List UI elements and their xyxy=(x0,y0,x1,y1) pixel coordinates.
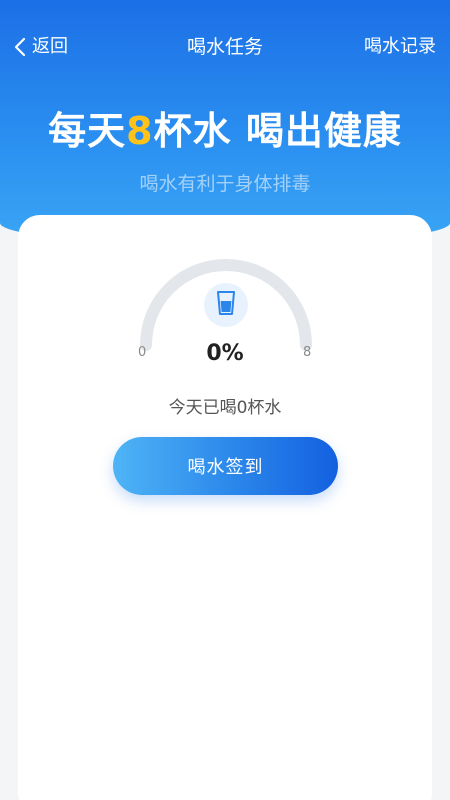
headline-prefix: 每天 xyxy=(48,109,127,153)
progress-percent: 0% xyxy=(206,341,244,366)
drink-checkin-button[interactable]: 喝水签到 xyxy=(113,437,338,495)
water-cup-icon xyxy=(215,290,237,320)
drinking-task-page: 返回 喝水任务 喝水记录 每天8杯水 喝出健康 喝水有利于身体排毒 0 8 0% xyxy=(0,0,450,800)
top-nav-bar: 返回 喝水任务 喝水记录 xyxy=(0,28,450,68)
headline-number: 8 xyxy=(126,109,154,153)
hero-headline: 每天8杯水 喝出健康 xyxy=(0,106,450,156)
today-cups-text: 今天已喝0杯水 xyxy=(168,398,282,418)
drinking-records-link[interactable]: 喝水记录 xyxy=(364,36,436,58)
progress-card: 0 8 0% 今天已喝0杯水 喝水签到 xyxy=(18,215,432,800)
cup-badge xyxy=(204,283,248,327)
headline-suffix: 杯水 喝出健康 xyxy=(153,109,402,153)
hero-subtitle: 喝水有利于身体排毒 xyxy=(139,173,311,195)
